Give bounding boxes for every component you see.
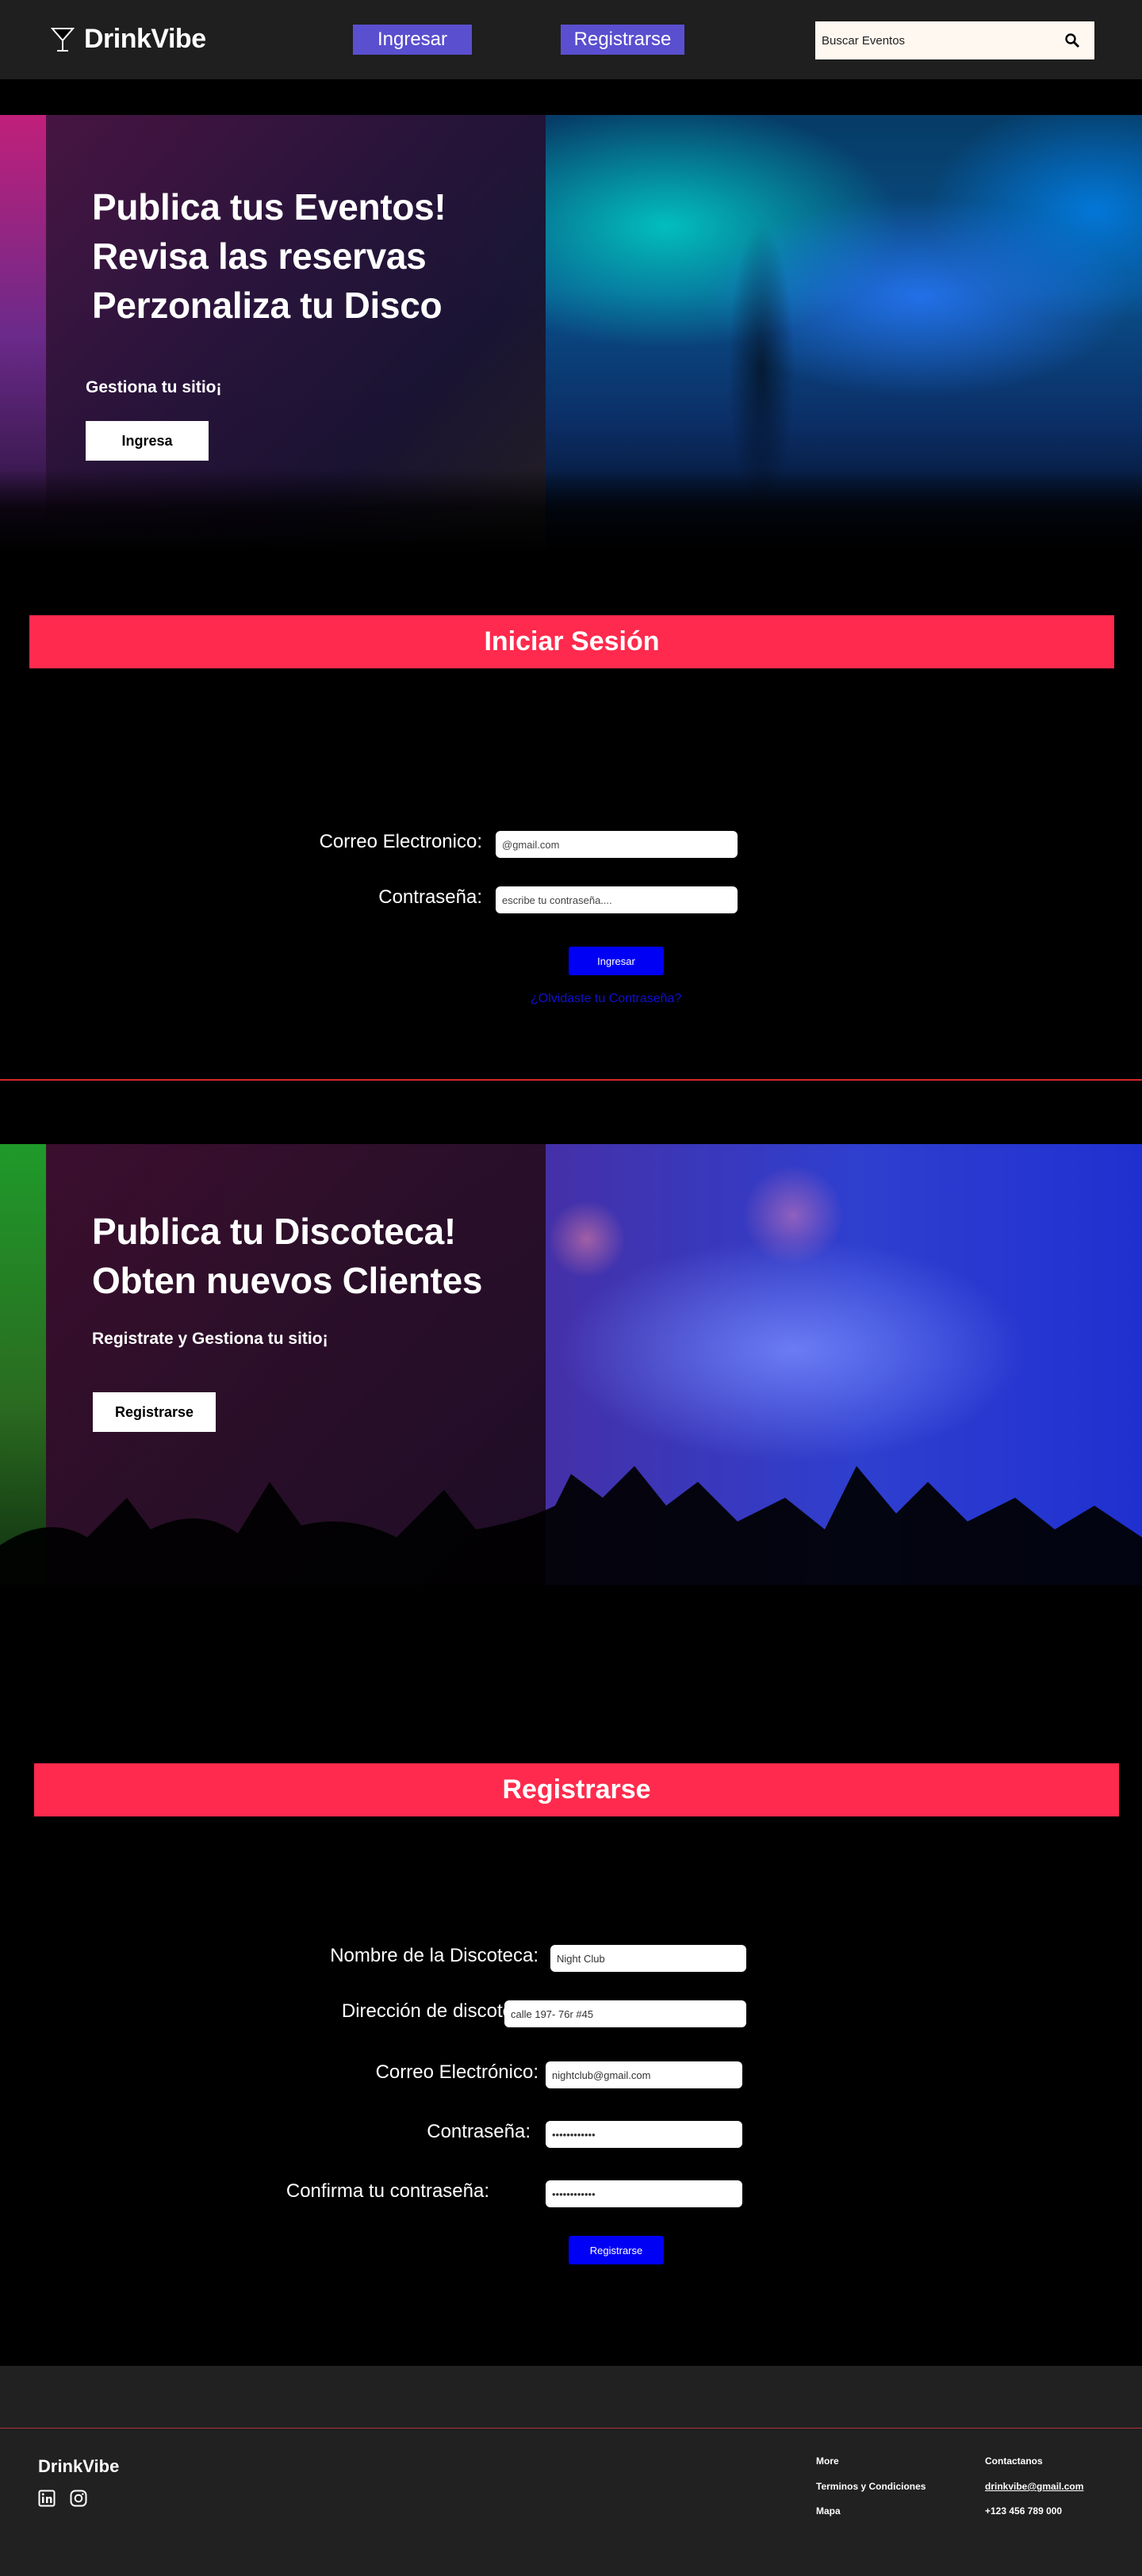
club-name-input[interactable]: [550, 1945, 746, 1972]
confirm-password-label: Confirma tu contraseña:: [286, 2180, 489, 2202]
search-button[interactable]: [1050, 21, 1094, 59]
confirm-password-input[interactable]: [546, 2180, 742, 2207]
register-email-label: Correo Electrónico:: [375, 2061, 538, 2083]
instagram-icon[interactable]: [70, 2490, 87, 2507]
login-nav-button[interactable]: Ingresar: [353, 25, 472, 55]
hero-club-banner: Publica tu Discoteca! Obten nuevos Clien…: [0, 1144, 1142, 1585]
footer-more-column: More Terminos y Condiciones Mapa: [816, 2455, 925, 2530]
footer-brand: DrinkVibe: [38, 2456, 120, 2476]
register-password-label: Contraseña:: [427, 2121, 531, 2142]
forgot-password-link[interactable]: ¿Olvidaste tu Contraseña?: [531, 992, 681, 1006]
hero2-title-line-1: Publica tu Discoteca!: [92, 1211, 456, 1252]
login-email-input[interactable]: [496, 831, 738, 858]
search-input[interactable]: [815, 21, 1050, 59]
footer-more-heading: More: [816, 2455, 839, 2467]
register-nav-button[interactable]: Registrarse: [561, 25, 684, 55]
hero-events-banner: Publica tus Eventos! Revisa las reservas…: [0, 115, 1142, 556]
login-password-input[interactable]: [496, 886, 738, 913]
hero2-title-line-2: Obten nuevos Clientes: [92, 1260, 483, 1301]
page-footer: DrinkVibe More Terminos y Condiciones Ma…: [0, 2366, 1142, 2576]
footer-phone: +123 456 789 000: [985, 2505, 1063, 2517]
footer-contact-column: Contactanos drinkvibe@gmail.com +123 456…: [985, 2455, 1083, 2530]
brand-logo[interactable]: DrinkVibe: [51, 24, 206, 55]
party-crowd-silhouette-image: [0, 1466, 1142, 1585]
register-heading-bar: Registrarse: [34, 1763, 1119, 1816]
footer-divider: [0, 2428, 1142, 2429]
hero-subtitle: Gestiona tu sitio¡: [86, 378, 222, 396]
hero-title-line-1: Publica tus Eventos!: [92, 186, 446, 228]
register-email-input[interactable]: [546, 2061, 742, 2088]
register-password-input[interactable]: [546, 2121, 742, 2148]
top-header: DrinkVibe Ingresar Registrarse: [0, 0, 1142, 79]
search-bar: [815, 21, 1094, 59]
login-password-label: Contraseña:: [378, 886, 482, 908]
footer-contact-heading: Contactanos: [985, 2455, 1043, 2467]
search-icon: [1065, 33, 1079, 48]
footer-terms-link[interactable]: Terminos y Condiciones: [816, 2481, 925, 2492]
login-email-label: Correo Electronico:: [319, 831, 482, 852]
cocktail-icon: [51, 27, 75, 52]
club-address-input[interactable]: [504, 2000, 746, 2027]
brand-name: DrinkVibe: [84, 24, 206, 54]
footer-email-link[interactable]: drinkvibe@gmail.com: [985, 2481, 1083, 2492]
hero-login-button[interactable]: Ingresa: [86, 421, 209, 461]
hero2-subtitle: Registrate y Gestiona tu sitio¡: [92, 1330, 328, 1348]
login-submit-button[interactable]: Ingresar: [569, 947, 664, 975]
hero-title-line-3: Perzonaliza tu Disco: [92, 285, 443, 326]
linkedin-icon[interactable]: [38, 2490, 56, 2507]
footer-map-link[interactable]: Mapa: [816, 2505, 925, 2517]
register-submit-button[interactable]: Registrarse: [569, 2236, 664, 2264]
social-links: [38, 2490, 87, 2507]
hero-register-button[interactable]: Registrarse: [93, 1392, 216, 1432]
club-name-label: Nombre de la Discoteca:: [330, 1945, 538, 1966]
hero-title-line-2: Revisa las reservas: [92, 235, 427, 277]
crowd-silhouette-image: [0, 469, 1142, 556]
login-heading-bar: Iniciar Sesión: [29, 615, 1114, 668]
section-divider: [0, 1079, 1142, 1081]
